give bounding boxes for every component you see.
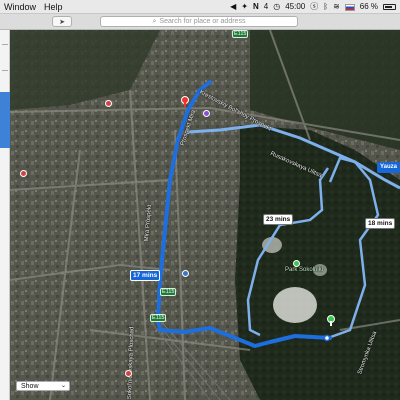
destination-pin[interactable] (327, 315, 335, 326)
chevron-down-icon: ⌄ (60, 383, 66, 389)
notification-count: 4 (263, 2, 269, 11)
route-time-alt-east[interactable]: 18 mins (365, 218, 396, 229)
menu-window[interactable]: Window (0, 0, 40, 14)
clock-icon: ◷ (273, 2, 281, 11)
status-area: ◀ ✦ N 4 ◷ 45:00 ⓢ ᛒ ≋ 66 % (230, 0, 400, 14)
dropbox-icon[interactable]: ✦ (241, 0, 248, 14)
poi-icon[interactable] (105, 100, 112, 107)
show-label: Show (21, 383, 39, 390)
route-time-primary[interactable]: 17 mins (130, 270, 161, 281)
route-end-point[interactable] (323, 334, 331, 342)
route-shield: E115 (232, 30, 249, 38)
clock-time[interactable]: 45:00 (285, 0, 305, 14)
flag-icon[interactable] (344, 3, 355, 11)
map-view[interactable]: Krestovskiy Bol'shoy Prospekt Prospekt M… (10, 30, 400, 400)
route-shield: E115 (150, 314, 167, 322)
poi-icon[interactable] (203, 110, 210, 117)
search-input[interactable]: ⌕ Search for place or address (100, 16, 298, 27)
poi-icon[interactable] (125, 370, 132, 377)
poi-icon[interactable] (20, 170, 27, 177)
app-n-icon[interactable]: N (253, 0, 259, 14)
route-time-alt-west[interactable]: 23 mins (263, 214, 294, 225)
transit-icon[interactable] (182, 270, 189, 277)
start-pin[interactable] (181, 96, 189, 107)
park-icon[interactable] (293, 260, 300, 267)
sidebar (0, 30, 10, 400)
sidebar-divider (2, 44, 8, 45)
search-placeholder: Search for place or address (159, 18, 246, 25)
battery-icon[interactable] (383, 4, 396, 10)
map-canvas[interactable] (10, 30, 400, 400)
route-shield: E115 (160, 288, 177, 296)
battery-percent: 66 % (359, 2, 378, 11)
menu-help[interactable]: Help (40, 0, 67, 14)
skype-icon[interactable]: ⓢ (310, 0, 318, 14)
sidebar-divider (2, 70, 8, 71)
place-badge-yauza[interactable]: Yauza (377, 162, 400, 173)
menu-bar: Window Help ◀ ✦ N 4 ◷ 45:00 ⓢ ᛒ ≋ 66 % (0, 0, 400, 14)
volume-icon[interactable]: ◀ (230, 0, 236, 14)
bluetooth-icon[interactable]: ᛒ (323, 0, 328, 14)
location-arrow-icon: ➤ (59, 19, 65, 26)
show-dropdown[interactable]: Show ⌄ (16, 381, 70, 391)
search-icon: ⌕ (152, 18, 157, 25)
current-location-button[interactable]: ➤ (52, 16, 72, 27)
snow-clearing (273, 287, 317, 323)
sidebar-selected-item[interactable] (0, 92, 10, 148)
park-forest-area (235, 125, 400, 400)
maps-toolbar: ➤ ⌕ Search for place or address (0, 14, 400, 30)
park-label: Park Sokolniki (285, 267, 324, 273)
wifi-icon[interactable]: ≋ (333, 0, 340, 14)
